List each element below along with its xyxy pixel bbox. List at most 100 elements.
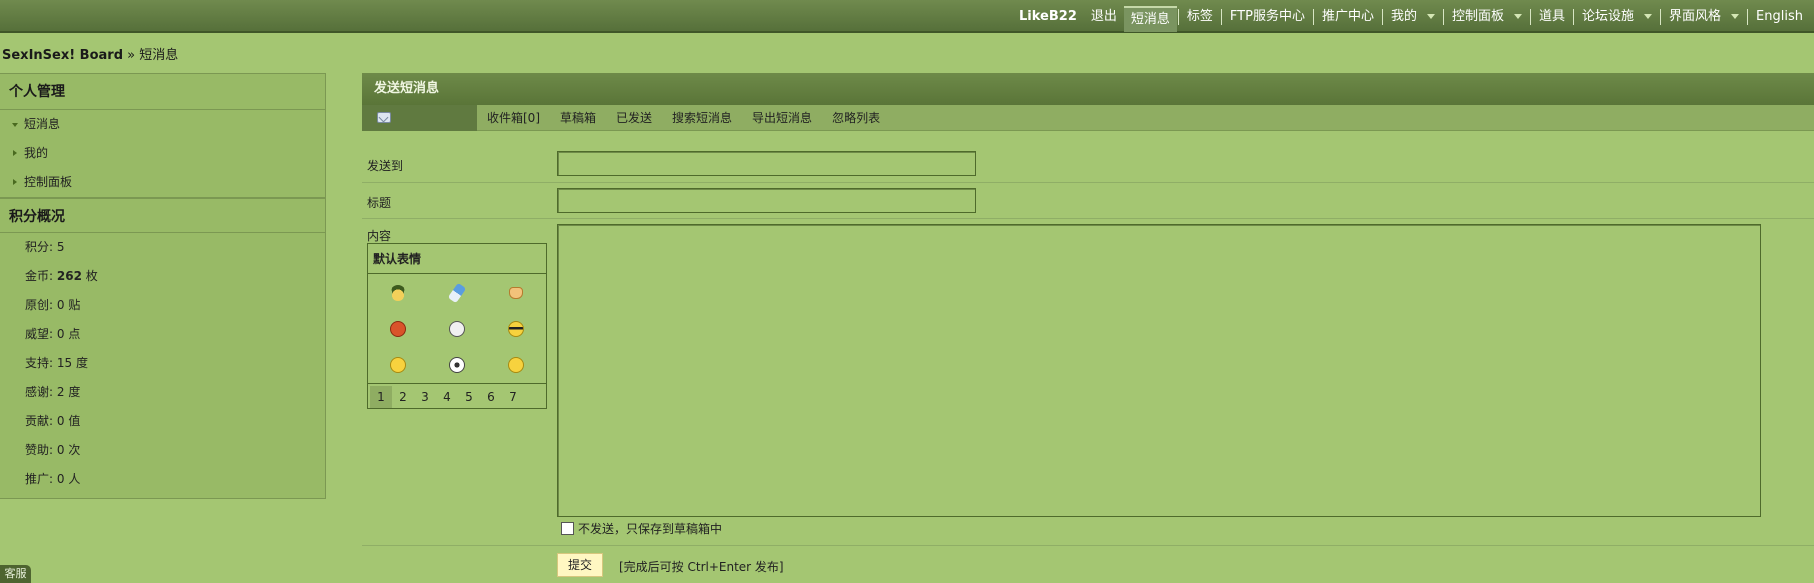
smiley-page-3[interactable]: 3 [414,386,436,408]
chevron-down-icon [1514,14,1522,19]
nav-theme-label: 界面风格 [1669,8,1722,24]
submit-hint: [完成后可按 Ctrl+Enter 发布] [619,560,784,574]
nav-divider [1312,8,1314,25]
stat-unit: 度 [68,385,81,399]
subject-input[interactable] [557,188,976,213]
nav-mine-label: 我的 [1390,8,1417,24]
save-draft-option[interactable]: 不发送，只保存到草稿箱中 [561,520,722,537]
tab-compose[interactable] [362,104,477,131]
thumbs-up-icon[interactable] [487,275,546,311]
save-draft-label: 不发送，只保存到草稿箱中 [578,522,723,536]
triangle-down-icon [12,123,18,127]
sidebar-item-control-panel[interactable]: 控制面板 [0,168,325,197]
nav-username[interactable]: LikeB22 [1012,3,1084,31]
breadcrumb-current: 短消息 [139,48,179,63]
subject-row: 标题 [362,183,1814,219]
skull-icon[interactable] [427,311,486,347]
smiley-page-1[interactable]: 1 [370,385,392,408]
smiley-page-6[interactable]: 6 [480,386,502,408]
stat-unit: 人 [68,472,81,486]
nav-divider [1747,8,1749,25]
frown-smiley-icon[interactable] [368,347,427,383]
nav-control-panel[interactable]: 控制面板 [1445,3,1529,31]
pill-smiley-icon[interactable] [427,275,486,311]
nav-forum-settings[interactable]: 论坛设施 [1575,3,1659,31]
stat-row-prestige: 威望: 0 点 [0,320,325,349]
top-navigation-bar: LikeB22 退出 短消息 标签 FTP服务中心 推广中心 我的 控制面板 道… [0,0,1814,33]
save-draft-checkbox[interactable] [561,522,574,535]
stat-row-original: 原创: 0 贴 [0,291,325,320]
stat-label: 支持: [25,356,54,370]
chevron-down-icon [1731,14,1740,19]
tab-ignore-list[interactable]: 忽略列表 [822,105,890,131]
nav-divider [1573,8,1575,25]
sidebar-item-label: 短消息 [24,117,61,131]
tab-search[interactable]: 搜索短消息 [662,105,742,131]
tab-drafts[interactable]: 草稿箱 [550,105,606,131]
soldier-smiley-icon[interactable] [368,275,427,311]
resize-grip-icon[interactable] [1751,507,1759,515]
chevron-down-icon [1644,14,1653,19]
stat-row-contribution: 贡献: 0 值 [0,407,325,436]
nav-english[interactable]: English [1749,3,1810,31]
breadcrumb-separator: » [123,48,140,63]
nav-ftp[interactable]: FTP服务中心 [1223,3,1312,31]
message-content-textarea[interactable] [557,224,1761,517]
nav-divider [1530,8,1531,25]
stat-row-thanks: 感谢: 2 度 [0,378,325,407]
smiley-panel-title: 默认表情 [368,244,546,274]
stat-unit: 度 [75,356,88,370]
stat-label: 推广: [25,472,54,486]
stat-value: 15 [56,356,73,370]
nav-theme[interactable]: 界面风格 [1662,3,1746,31]
customer-service-tab[interactable]: 客服 [0,565,31,583]
stat-label: 金币: [25,269,54,283]
nav-logout[interactable]: 退出 [1084,3,1124,31]
smiley-pagination: 1 2 3 4 5 6 7 [368,383,546,409]
smiley-page-5[interactable]: 5 [458,386,480,408]
nav-promo[interactable]: 推广中心 [1315,3,1381,31]
envelope-icon [377,111,391,123]
stat-unit: 贴 [68,298,81,312]
smiley-panel: 默认表情 1 2 3 4 5 6 7 [367,243,547,409]
stat-row-promotion: 推广: 0 人 [0,465,325,494]
nav-divider [1442,8,1444,25]
stat-value: 0 [56,298,65,312]
soccer-ball-icon[interactable] [427,347,486,383]
breadcrumb: SexInSex! Board » 短消息 [2,44,178,63]
stat-label: 积分: [25,240,54,254]
tab-inbox[interactable]: 收件箱[0] [477,105,550,131]
triangle-right-icon [13,179,17,185]
sleepy-smiley-icon[interactable] [487,347,546,383]
sidebar-stats-title: 积分概况 [0,197,325,233]
nav-tags[interactable]: 标签 [1180,3,1220,31]
cool-smiley-icon[interactable] [487,311,546,347]
stat-row-sponsor: 赞助: 0 次 [0,436,325,465]
smiley-page-4[interactable]: 4 [436,386,458,408]
stat-value: 2 [56,385,65,399]
stat-row-support: 支持: 15 度 [0,349,325,378]
stat-label: 原创: [25,298,54,312]
tab-export[interactable]: 导出短消息 [742,105,822,131]
breadcrumb-board-link[interactable]: SexInSex! Board [2,48,123,63]
submit-button[interactable]: 提交 [557,553,603,577]
smiley-page-2[interactable]: 2 [392,386,414,408]
stat-unit: 次 [68,443,81,457]
stat-label: 赞助: [25,443,54,457]
nav-tools[interactable]: 道具 [1532,3,1572,31]
nav-messages[interactable]: 短消息 [1123,5,1177,32]
subject-label: 标题 [367,196,392,210]
sidebar-item-mine[interactable]: 我的 [0,139,325,168]
devil-smiley-icon[interactable] [368,311,427,347]
nav-mine[interactable]: 我的 [1384,3,1442,31]
stat-value: 5 [56,240,65,254]
top-nav-menu: LikeB22 退出 短消息 标签 FTP服务中心 推广中心 我的 控制面板 道… [1012,0,1810,33]
submit-row: 提交 [完成后可按 Ctrl+Enter 发布] [362,545,1814,583]
sidebar-item-label: 控制面板 [24,175,73,189]
tab-sent[interactable]: 已发送 [606,105,662,131]
smiley-grid [368,275,546,383]
sidebar-item-messages[interactable]: 短消息 [0,110,325,139]
smiley-page-7[interactable]: 7 [502,386,524,408]
stat-label: 威望: [25,327,54,341]
recipient-input[interactable] [557,151,976,176]
